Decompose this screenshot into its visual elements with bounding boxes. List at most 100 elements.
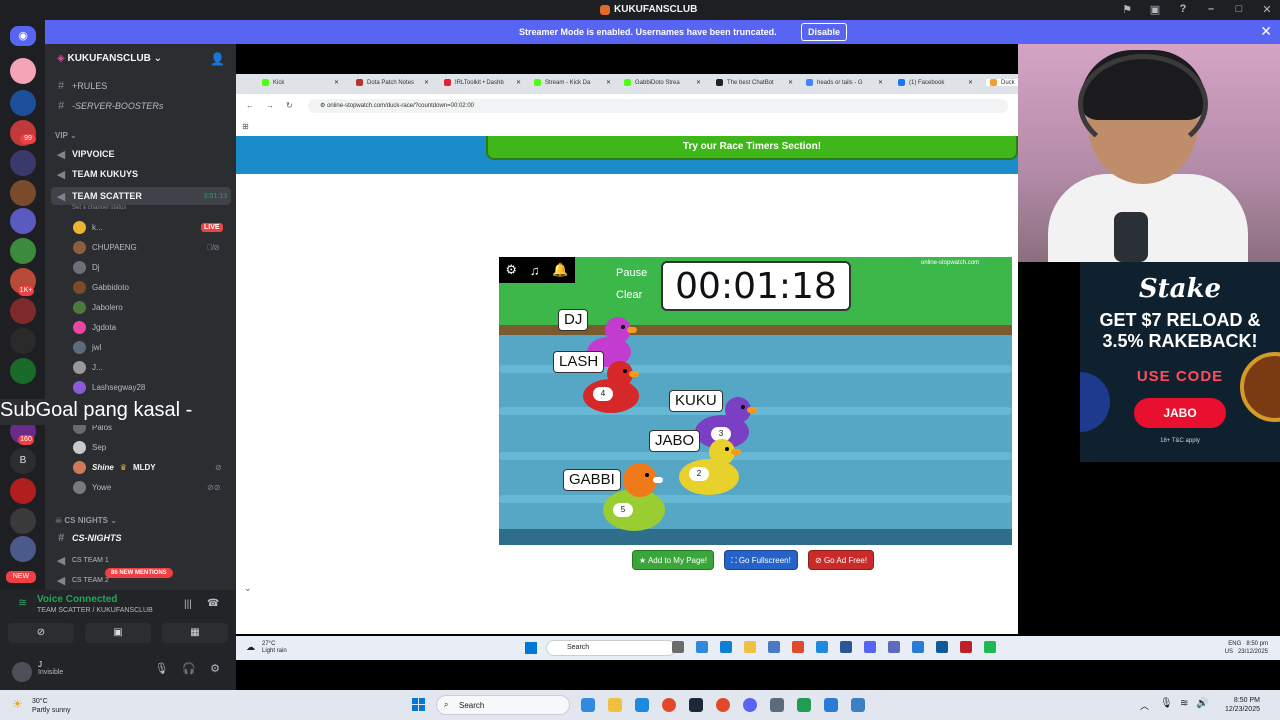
add-member-icon[interactable]: 👤 [210,52,225,66]
server-icon[interactable] [10,536,36,562]
voice-location[interactable]: TEAM SCATTER / KUKUFANSCLUB [37,607,153,614]
server-icon[interactable] [10,238,36,264]
disconnect-icon[interactable]: ☎ [207,598,219,609]
show-hidden-icons[interactable]: ︿ [1140,699,1149,712]
headphones-icon[interactable]: 🎧 [182,662,196,675]
fullscreen-button[interactable]: ⛶ Go Fullscreen! [724,550,798,570]
server-icon[interactable] [10,208,36,234]
site-info-icon[interactable]: ⚙ [320,103,325,109]
channel-server-boosters[interactable]: # -SERVER-BOOSTERs [55,97,163,115]
duck-race-game[interactable]: ⚙ ♫ 🔔 Pause Clear 00:01:18 online-stopwa… [499,257,1012,545]
taskbar-search[interactable]: ⌕ Search [436,695,570,715]
category-cs-nights[interactable]: ☠ CS NIGHTS ⌄ [55,516,117,525]
settings-icon[interactable]: ⚙ [505,262,517,278]
voice-user[interactable]: Jabolero [73,298,123,316]
calculator-icon[interactable] [770,698,784,712]
server-icon[interactable] [10,328,36,354]
new-mentions-badge[interactable]: 86 NEW MENTIONS [105,568,173,578]
close-tab-icon[interactable]: ✕ [606,79,611,86]
close-tab-icon[interactable]: ✕ [424,79,429,86]
server-icon[interactable] [10,508,36,534]
voice-connected-label[interactable]: Voice Connected [37,594,117,605]
discord-icon[interactable] [743,698,757,712]
browser-tab[interactable]: Dota Patch Notes [356,79,414,86]
voice-user[interactable]: Lashsegway28 [73,378,145,396]
back-icon[interactable]: ← [246,101,254,110]
close-tab-icon[interactable]: ✕ [788,79,793,86]
noise-suppression-icon[interactable]: ||| [184,599,192,610]
browser-tab[interactable]: GabbiDoto Strea [624,79,680,86]
url-input[interactable]: ⚙ online-stopwatch.com/duck-race/?countd… [308,99,1008,113]
voice-channel-team-scatter[interactable]: ◀ TEAM SCATTER 3:01:13 [51,187,231,205]
minimize-icon[interactable]: – [1204,3,1218,16]
close-tab-icon[interactable]: ✕ [968,79,973,86]
server-icon[interactable] [10,150,36,176]
server-icon[interactable] [10,180,36,206]
browser-tab-active[interactable]: Duck [986,79,1019,86]
forward-icon[interactable]: → [266,101,274,110]
steam-icon[interactable] [689,698,703,712]
discord-home-icon[interactable]: ◉ [10,26,36,46]
site-watermark[interactable]: online-stopwatch.com [921,260,979,266]
disable-button[interactable]: Disable [801,23,848,41]
add-to-page-button[interactable]: ★ Add to My Page! [632,550,715,570]
voice-user[interactable]: Shine ♛ MLDY [73,458,156,476]
sound-icon[interactable]: 🔔 [552,262,568,278]
browser-tab[interactable]: IRLToolkit • Dashb [444,79,504,86]
server-icon[interactable] [10,58,36,84]
activities-icon[interactable]: ▦ [162,623,228,643]
server-name[interactable]: ◈ KUKUFANSCLUB ⌄ [57,53,162,64]
close-tab-icon[interactable]: ✕ [696,79,701,86]
close-tab-icon[interactable]: ✕ [334,79,339,86]
server-icon[interactable] [10,478,36,504]
volume-icon[interactable]: 🔊 [1196,698,1208,709]
pause-button[interactable]: Pause [616,267,647,279]
voice-user[interactable]: Dj [73,258,100,276]
server-icon[interactable] [10,358,36,384]
voice-user[interactable]: Jgdota [73,318,116,336]
browser-tab[interactable]: (1) Facebook [898,79,944,86]
new-badge[interactable]: NEW [6,571,36,583]
voice-user[interactable]: Yowe [73,478,111,496]
voice-user[interactable]: k... [73,218,103,236]
microphone-icon[interactable]: 🎙 [1160,698,1173,709]
voice-channel-cs-team-1[interactable]: ◀ CS TEAM 1 [55,551,109,569]
current-user[interactable]: J Invisible [38,660,63,676]
reload-icon[interactable]: ↻ [286,101,293,110]
windows-start-icon[interactable] [412,698,426,712]
clear-button[interactable]: Clear [616,289,642,301]
server-icon[interactable] [10,90,36,116]
close-icon[interactable]: ✕ [1260,3,1274,16]
app-icon[interactable] [851,698,865,712]
copilot-icon[interactable] [581,698,595,712]
browser-tab[interactable]: Stream - Kick Da [534,79,590,86]
close-banner-icon[interactable]: ✕ [1260,23,1272,40]
clock[interactable]: 8:50 PM 12/23/2025 [1225,696,1260,714]
browser-tab[interactable]: Kick [262,79,284,86]
voice-channel-team-kukuys[interactable]: ◀ TEAM KUKUYS [55,165,138,183]
channel-rules[interactable]: # +RULES [55,77,107,95]
voice-channel-cs-team-2[interactable]: ◀ CS TEAM 2 [55,571,109,589]
browser-tab[interactable]: heads or tails - G [806,79,863,86]
server-icon-b[interactable]: B [10,448,36,474]
channel-cs-nights[interactable]: # CS-NIGHTS [55,529,122,547]
voice-channel-vipvoice[interactable]: ◀ VIPVOICE [55,145,115,163]
voice-user[interactable]: Gabbidoto [73,278,129,296]
browser-tab[interactable]: The best ChatBot [716,79,774,86]
screen-share-icon[interactable]: ▣ [85,623,151,643]
voice-user[interactable]: CHUPAENG [73,238,137,256]
help-icon[interactable]: ? [1176,3,1190,16]
race-timers-button[interactable]: Try our Race Timers Section! [486,136,1018,160]
settings-icon[interactable]: ⚙ [210,662,220,675]
weather-widget[interactable]: 30°C Partly sunny [32,697,71,715]
chevron-down-icon[interactable]: ⌄ [244,583,252,594]
voice-user[interactable]: Sep [73,438,106,456]
music-icon[interactable]: ♫ [530,263,540,278]
wifi-icon[interactable]: ≋ [1180,698,1188,709]
close-tab-icon[interactable]: ✕ [878,79,883,86]
edge-icon[interactable] [635,698,649,712]
microphone-icon[interactable]: 🎙 [154,662,168,675]
chrome-icon[interactable] [716,698,730,712]
category-vip[interactable]: VIP ⌄ [55,131,77,140]
inbox-icon[interactable]: ⚑ [1120,3,1134,16]
